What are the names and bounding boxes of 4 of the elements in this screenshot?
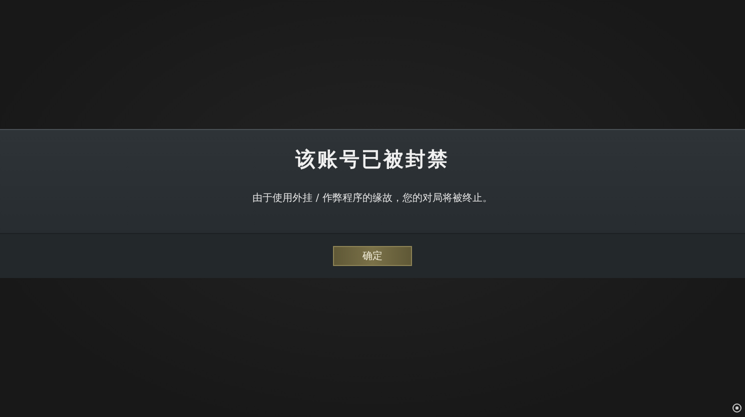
circle-icon[interactable] <box>732 403 742 413</box>
dialog-message: 由于使用外挂 / 作弊程序的缘故，您的对局将被终止。 <box>252 192 492 205</box>
confirm-button[interactable]: 确定 <box>333 246 412 266</box>
dialog-title: 该账号已被封禁 <box>296 146 450 173</box>
